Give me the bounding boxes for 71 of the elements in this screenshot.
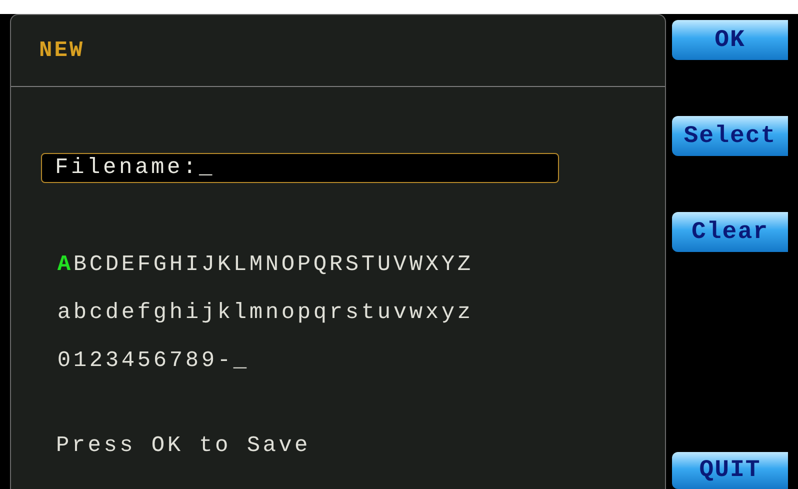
character-key[interactable]: 2 xyxy=(88,348,104,372)
character-key[interactable]: j xyxy=(200,300,216,324)
filename-field[interactable]: Filename:_ xyxy=(41,153,559,183)
softkey-button[interactable]: QUIT xyxy=(672,452,788,489)
hint-text: Press OK to Save xyxy=(55,433,312,458)
character-key[interactable]: U xyxy=(376,252,392,276)
character-key[interactable]: u xyxy=(376,300,392,324)
character-key[interactable]: e xyxy=(120,300,136,324)
character-key[interactable]: O xyxy=(280,252,296,276)
character-key[interactable]: H xyxy=(168,252,184,276)
character-key[interactable]: G xyxy=(152,252,168,276)
character-key[interactable]: T xyxy=(360,252,376,276)
character-key[interactable]: 6 xyxy=(152,348,168,372)
character-key[interactable]: I xyxy=(184,252,200,276)
character-key[interactable]: N xyxy=(264,252,280,276)
character-key[interactable]: h xyxy=(168,300,184,324)
character-key[interactable]: M xyxy=(248,252,264,276)
character-key[interactable]: V xyxy=(392,252,408,276)
character-key[interactable]: v xyxy=(392,300,408,324)
character-key[interactable]: y xyxy=(440,300,456,324)
character-key[interactable]: t xyxy=(360,300,376,324)
character-key[interactable]: b xyxy=(72,300,88,324)
character-key[interactable]: g xyxy=(152,300,168,324)
character-key[interactable]: 0 xyxy=(56,348,72,372)
character-key[interactable]: X xyxy=(424,252,440,276)
character-key[interactable]: B xyxy=(72,252,88,276)
character-key[interactable]: L xyxy=(232,252,248,276)
character-key[interactable]: n xyxy=(264,300,280,324)
character-key[interactable]: 3 xyxy=(104,348,120,372)
character-key[interactable]: D xyxy=(104,252,120,276)
character-key[interactable]: 1 xyxy=(72,348,88,372)
character-key[interactable]: w xyxy=(408,300,424,324)
character-key[interactable]: q xyxy=(312,300,328,324)
character-key[interactable]: r xyxy=(328,300,344,324)
softkey-button[interactable]: Select xyxy=(672,116,788,156)
character-key[interactable]: _ xyxy=(232,348,248,372)
character-key[interactable]: k xyxy=(216,300,232,324)
character-key[interactable]: f xyxy=(136,300,152,324)
character-key[interactable]: o xyxy=(280,300,296,324)
character-key[interactable]: Z xyxy=(456,252,472,276)
character-key[interactable]: Q xyxy=(312,252,328,276)
character-key[interactable]: c xyxy=(88,300,104,324)
character-key[interactable]: 9 xyxy=(200,348,216,372)
character-key[interactable]: l xyxy=(232,300,248,324)
character-key[interactable]: 8 xyxy=(184,348,200,372)
character-key[interactable]: 5 xyxy=(136,348,152,372)
character-key[interactable]: P xyxy=(296,252,312,276)
character-key[interactable]: C xyxy=(88,252,104,276)
dialog-title: NEW xyxy=(39,38,85,63)
character-key[interactable]: s xyxy=(344,300,360,324)
character-key[interactable]: - xyxy=(216,348,232,372)
character-key[interactable]: p xyxy=(296,300,312,324)
character-key[interactable]: a xyxy=(56,300,72,324)
softkey-button[interactable]: Clear xyxy=(672,212,788,252)
character-key[interactable]: J xyxy=(200,252,216,276)
character-key[interactable]: 4 xyxy=(120,348,136,372)
character-key[interactable]: E xyxy=(120,252,136,276)
character-key[interactable]: F xyxy=(136,252,152,276)
character-key[interactable]: 7 xyxy=(168,348,184,372)
character-key[interactable]: Y xyxy=(440,252,456,276)
character-key[interactable]: W xyxy=(408,252,424,276)
character-key[interactable]: S xyxy=(344,252,360,276)
character-key[interactable]: R xyxy=(328,252,344,276)
softkey-button[interactable]: OK xyxy=(672,20,788,60)
character-key[interactable]: d xyxy=(104,300,120,324)
character-key[interactable]: x xyxy=(424,300,440,324)
character-key[interactable]: i xyxy=(184,300,200,324)
character-key[interactable]: z xyxy=(456,300,472,324)
character-key[interactable]: A xyxy=(56,252,72,276)
character-key[interactable]: m xyxy=(248,300,264,324)
character-key[interactable]: K xyxy=(216,252,232,276)
